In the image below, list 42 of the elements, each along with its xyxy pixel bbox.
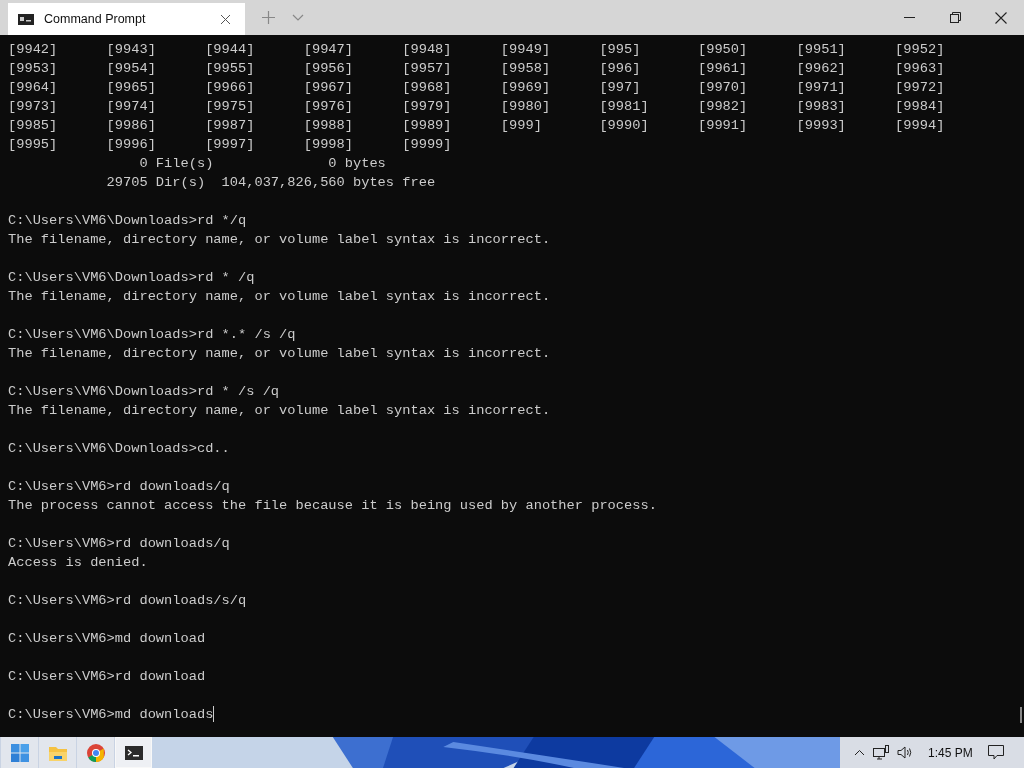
output-line: The filename, directory name, or volume label syntax is incorrect. <box>8 403 551 418</box>
command-line: C:\Users\VM6>rd downloads/q <box>8 536 230 551</box>
terminal-icon <box>124 745 143 760</box>
output-line: [9953] [9954] [9955] [9956] [9957] [9958] [996] [9961] [9962] [9963] <box>8 61 945 76</box>
command-line: C:\Users\VM6>md downloads <box>8 707 214 722</box>
network-icon[interactable] <box>872 742 890 763</box>
output-line: 0 File(s) 0 bytes <box>138 156 386 171</box>
folder-icon <box>48 744 67 761</box>
output-line: The filename, directory name, or volume label syntax is incorrect. <box>8 289 551 304</box>
taskbar-app-button[interactable] <box>115 737 152 768</box>
clock[interactable]: 1:45 PM <box>928 745 973 760</box>
output-line: [9995] [9996] [9997] [9998] [9999] <box>8 137 452 152</box>
scrollbar[interactable] <box>1020 707 1022 723</box>
command-line: C:\Users\VM6\Downloads>rd */q <box>8 213 247 228</box>
command-line: C:\Users\VM6\Downloads>rd * /s /q <box>8 384 280 399</box>
output-line: [9985] [9986] [9987] [9988] [9989] [999] [9990] [9991] [9993] [9994] <box>8 118 945 133</box>
command-line: C:\Users\VM6\Downloads>rd * /q <box>8 270 255 285</box>
command-line: C:\Users\VM6>md download <box>8 631 206 646</box>
terminal-icon <box>18 13 34 25</box>
output-line: 29705 Dir(s) 104,037,826,560 bytes free <box>105 175 436 190</box>
close-icon <box>219 13 231 25</box>
output-line: The process cannot access the file because it is being used by another process. <box>8 498 657 513</box>
windows-logo-icon <box>10 743 29 762</box>
output-line: Access is denied. <box>8 555 148 570</box>
command-line: C:\Users\VM6>rd download <box>8 669 206 684</box>
output-line: [9942] [9943] [9944] [9947] [9948] [9949] [995] [9950] [9951] [9952] <box>8 42 945 57</box>
tab[interactable]: Command Prompt <box>8 3 245 35</box>
command-line: C:\Users\VM6\Downloads>cd.. <box>8 441 230 456</box>
browser-icon <box>86 743 105 762</box>
restore-icon <box>949 12 961 23</box>
output-line: [9964] [9965] [9966] [9967] [9968] [9969] [997] [9970] [9971] [9972] <box>8 80 945 95</box>
command-line: C:\Users\VM6>rd downloads/q <box>8 479 230 494</box>
close-icon <box>995 11 1007 24</box>
command-line: C:\Users\VM6\Downloads>rd *.* /s /q <box>8 327 296 342</box>
output-line: The filename, directory name, or volume label syntax is incorrect. <box>8 232 551 247</box>
tab-title: Command Prompt <box>44 12 147 26</box>
command-line: C:\Users\VM6>rd downloads/s/q <box>8 593 247 608</box>
output-line: The filename, directory name, or volume label syntax is incorrect. <box>8 346 551 361</box>
output-line: [9973] [9974] [9975] [9976] [9979] [9980] [9981] [9982] [9983] [9984] <box>8 99 945 114</box>
chevron-down-icon <box>292 14 304 21</box>
minimize-icon <box>903 17 915 18</box>
plus-icon <box>261 11 275 24</box>
